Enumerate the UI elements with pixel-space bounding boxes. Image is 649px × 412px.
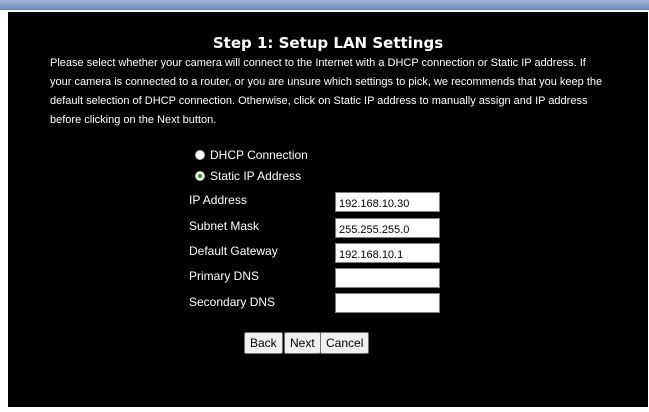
subnet-mask-label: Subnet Mask <box>189 219 260 233</box>
static-ip-option[interactable]: Static IP Address <box>195 169 301 183</box>
ip-address-input[interactable] <box>335 192 440 212</box>
static-ip-radio-button[interactable] <box>195 171 205 181</box>
default-gateway-label: Default Gateway <box>189 244 278 258</box>
primary-dns-input[interactable] <box>335 268 440 288</box>
wizard-window: Step 1: Setup LAN Settings Please select… <box>0 0 649 412</box>
dhcp-connection-label: DHCP Connection <box>210 148 308 162</box>
ip-address-label: IP Address <box>189 193 247 207</box>
next-button[interactable]: Next <box>284 332 321 354</box>
cancel-button[interactable]: Cancel <box>320 332 370 354</box>
secondary-dns-label: Secondary DNS <box>189 295 276 309</box>
static-ip-label: Static IP Address <box>210 169 302 183</box>
dhcp-radio-button[interactable] <box>195 150 205 160</box>
window-top-bar <box>0 0 649 10</box>
page-title: Step 1: Setup LAN Settings <box>212 34 444 52</box>
subnet-mask-input[interactable] <box>335 218 440 238</box>
primary-dns-label: Primary DNS <box>189 269 260 283</box>
intro-text: Please select whether your camera will c… <box>50 57 603 126</box>
default-gateway-input[interactable] <box>335 243 440 263</box>
secondary-dns-input[interactable] <box>335 293 440 313</box>
dhcp-connection-option[interactable]: DHCP Connection <box>195 148 308 162</box>
lan-settings-panel: Step 1: Setup LAN Settings Please select… <box>8 12 648 407</box>
back-button[interactable]: Back <box>244 332 283 354</box>
